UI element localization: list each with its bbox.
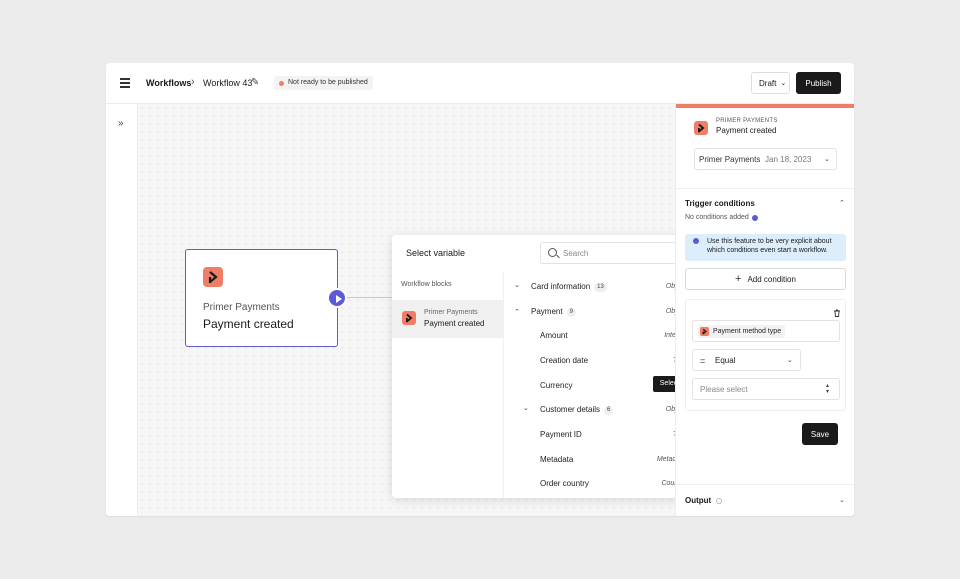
variable-list: ⌄ Card information13 Object ⌃ Payment9 O… [504, 275, 694, 498]
status-text: Not ready to be published [288, 79, 368, 86]
node-source: Primer Payments [203, 302, 280, 313]
left-rail: » [106, 104, 138, 516]
chevron-up-icon[interactable]: ⌃ [839, 199, 845, 207]
count-badge: 6 [604, 406, 614, 415]
equal-icon: = [700, 356, 706, 366]
panel-accent-bar [676, 104, 854, 108]
popover-title: Select variable [406, 248, 466, 258]
node-title: Payment created [203, 317, 294, 331]
trigger-node[interactable]: Primer Payments Payment created [185, 249, 338, 347]
value-select[interactable]: Please select ▴ ▾ [692, 378, 840, 400]
play-icon[interactable] [327, 288, 347, 308]
info-text: Use this feature to be very explicit abo… [707, 238, 832, 254]
chevron-down-icon[interactable]: ⌄ [839, 496, 845, 504]
variable-name: Creation date [540, 356, 589, 365]
value-placeholder: Please select [700, 385, 748, 394]
output-section-title: Output [685, 496, 723, 505]
draft-select[interactable]: Draft ⌄ [751, 72, 790, 94]
field-chip[interactable]: Payment method type [698, 325, 786, 338]
variable-row-payment[interactable]: ⌃ Payment9 Object [504, 300, 694, 324]
primer-logo-icon [694, 121, 708, 135]
count-badge: 13 [594, 283, 607, 292]
trash-icon[interactable] [833, 304, 841, 317]
search-box: ✕ [540, 242, 693, 264]
variable-row-order-country[interactable]: Order country Country [504, 472, 694, 496]
primer-logo-icon [203, 267, 223, 287]
plus-icon: + [735, 273, 742, 285]
divider [676, 484, 854, 485]
variable-row-amount[interactable]: Amount Integer [504, 324, 694, 348]
variable-name: Payment 9 [531, 307, 576, 317]
operator-label: Equal [715, 356, 736, 365]
add-condition-button[interactable]: + Add condition [685, 268, 846, 290]
variable-name: Metadata [540, 455, 574, 464]
field-chip-label: Payment method type [713, 328, 782, 335]
variable-name: Order country [540, 479, 589, 488]
chevron-down-icon[interactable]: ⌄ [514, 281, 520, 289]
hamburger-menu-icon[interactable] [120, 78, 132, 88]
workflow-blocks-label: Workflow blocks [401, 281, 452, 288]
no-conditions-text: No conditions added [685, 214, 758, 221]
divider [676, 188, 854, 189]
info-callout: Use this feature to be very explicit abo… [685, 234, 846, 261]
info-icon [751, 214, 758, 221]
top-bar: Workflows › Workflow 43 ✎ Not ready to b… [106, 63, 854, 104]
select-variable-popover: Select variable ✕ Workflow blocks Primer… [392, 235, 701, 498]
source-account-select[interactable]: Primer Payments Jan 18, 2023 ⌄ [694, 148, 837, 170]
panel-title: Payment created [716, 126, 777, 135]
primer-logo-icon [700, 327, 709, 336]
primer-logo-icon [402, 311, 416, 325]
variable-row-creation-date[interactable]: Creation date Text [504, 349, 694, 373]
info-icon [693, 238, 699, 244]
workflow-canvas[interactable]: Primer Payments Payment created Select v… [138, 104, 701, 516]
variable-name: Currency [540, 381, 573, 390]
workflow-name: Workflow 43 [203, 78, 253, 88]
variable-name: Amount [540, 331, 568, 340]
variable-row-metadata[interactable]: Metadata Metadata [504, 448, 694, 472]
condition-field-input[interactable]: Payment method type [692, 320, 840, 342]
workflow-editor: Workflows › Workflow 43 ✎ Not ready to b… [106, 63, 854, 516]
expand-sidebar-icon[interactable]: » [118, 118, 124, 129]
count-badge: 9 [566, 308, 576, 317]
chevron-down-icon: ⌄ [824, 156, 830, 163]
chevron-right-icon: › [191, 76, 195, 88]
source-date: Jan 18, 2023 [765, 155, 812, 164]
add-condition-label: Add condition [747, 274, 796, 284]
save-button[interactable]: Save [802, 423, 838, 445]
variable-row-payment-id[interactable]: Payment ID Text [504, 423, 694, 447]
status-dot-icon [279, 80, 284, 86]
info-icon [716, 497, 723, 504]
chevron-down-icon[interactable]: ⌄ [523, 404, 529, 412]
draft-label: Draft [759, 78, 777, 88]
variable-name: Payment ID [540, 430, 582, 439]
condition-card: Payment method type = Equal ⌄ Please sel… [685, 299, 846, 411]
block-title: Payment created [424, 319, 485, 328]
breadcrumb-workflows[interactable]: Workflows [146, 78, 191, 88]
search-icon [548, 248, 557, 257]
source-name: Primer Payments [699, 155, 761, 164]
chevron-updown-icon: ▴ ▾ [826, 383, 830, 395]
workflow-blocks-list: Workflow blocks Primer Payments Payment … [392, 271, 504, 498]
variable-name: Card information 13 [531, 282, 607, 292]
variable-row-customer-details[interactable]: ⌄ Customer details6 Object [504, 398, 694, 422]
chevron-up-icon[interactable]: ⌃ [514, 308, 520, 316]
search-input[interactable] [563, 246, 673, 260]
variable-name: Customer details 6 [540, 405, 614, 415]
variable-row-card-information[interactable]: ⌄ Card information13 Object [504, 275, 694, 299]
operator-select[interactable]: = Equal ⌄ [692, 349, 801, 371]
panel-source: PRIMER PAYMENTS [716, 118, 778, 124]
variable-row-currency[interactable]: Currency Select ☝ [504, 374, 694, 398]
trigger-conditions-title: Trigger conditions [685, 199, 755, 208]
block-source: Primer Payments [424, 309, 478, 316]
pencil-icon[interactable]: ✎ [251, 77, 259, 88]
publish-button[interactable]: Publish [796, 72, 841, 94]
properties-panel: PRIMER PAYMENTS Payment created Primer P… [675, 104, 854, 516]
status-badge: Not ready to be published [274, 76, 373, 90]
chevron-down-icon: ⌄ [780, 80, 787, 87]
chevron-down-icon: ⌄ [787, 357, 793, 364]
block-item-payment-created[interactable]: Primer Payments Payment created [392, 300, 504, 338]
